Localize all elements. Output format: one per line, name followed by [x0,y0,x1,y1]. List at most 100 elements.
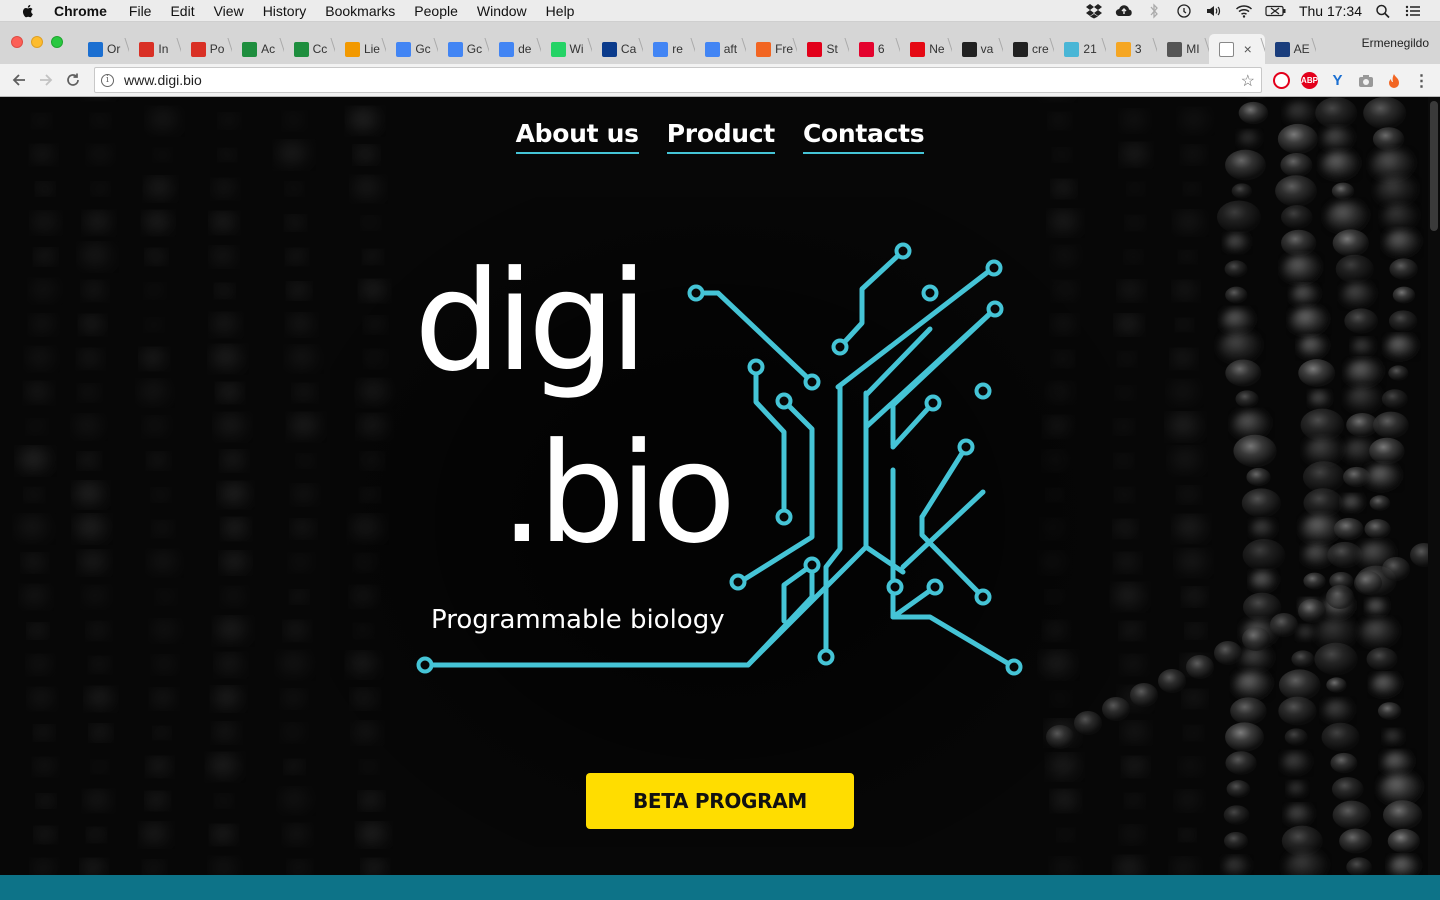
tab-close-icon[interactable]: × [1244,41,1252,57]
browser-tab[interactable]: Po [181,34,232,64]
sheets-icon [293,41,309,57]
browser-tab[interactable]: × [1208,34,1265,64]
chrome-menu-icon[interactable]: ⋮ [1413,72,1430,90]
browser-tab[interactable]: Gc [438,34,489,64]
tab-list: Or In Po Ac Cc Lie Gc Gc de Wi Ca re aft Fre St 6 Ne va cr… [78,30,1316,64]
t-icon [807,41,823,57]
browser-tab[interactable]: 3 [1106,34,1157,64]
bookmark-star-icon[interactable]: ☆ [1241,71,1255,91]
browser-tab-label: Ac [261,42,276,56]
browser-tab-label: Gc [466,42,483,56]
opera-extension-icon[interactable] [1273,72,1290,89]
browser-tab[interactable]: aft [695,34,746,64]
browser-tab[interactable]: 6 [849,34,900,64]
bluetooth-icon[interactable] [1145,3,1163,19]
address-bar[interactable]: i www.digi.bio ☆ [94,67,1262,93]
browser-tab-label: cre [1032,42,1049,56]
menu-window[interactable]: Window [477,3,527,19]
battery-icon[interactable] [1265,3,1287,19]
volume-icon[interactable] [1205,3,1223,19]
browser-tab[interactable]: In [129,34,180,64]
yammer-extension-icon[interactable]: Y [1329,72,1346,89]
browser-tab-label: MI [1186,42,1200,56]
address-bar-url[interactable]: www.digi.bio [124,72,202,88]
spotlight-search-icon[interactable] [1374,3,1392,19]
browser-tab[interactable]: MI [1157,34,1208,64]
google-icon [653,41,669,57]
cloud-upload-icon[interactable] [1115,3,1133,19]
notification-center-icon[interactable] [1404,3,1422,19]
translate-icon [447,41,463,57]
browser-tab[interactable]: AE [1265,34,1316,64]
browser-tab-label: Gc [415,42,431,56]
browser-tab-label: 3 [1134,42,1142,56]
next-section-band [0,875,1440,900]
beta-program-button[interactable]: BETA PROGRAM [586,773,854,829]
browser-tab-label: Fre [775,42,794,56]
reload-button[interactable] [62,69,84,91]
apple-icon[interactable] [20,3,36,19]
google-icon [499,41,515,57]
browser-tab-label: re [672,42,683,56]
browser-tab[interactable]: Ne [900,34,951,64]
browser-tab[interactable]: va [952,34,1003,64]
boxed-icon [961,41,977,57]
menubar-clock[interactable]: Thu 17:34 [1299,3,1362,19]
menu-edit[interactable]: Edit [170,3,194,19]
menu-history[interactable]: History [263,3,307,19]
macos-menubar: Chrome File Edit View History Bookmarks … [0,0,1440,22]
reload-icon [67,73,79,86]
browser-tab-label: Po [209,42,225,56]
browser-tab[interactable]: cre [1003,34,1054,64]
browser-tab-label: aft [723,42,738,56]
browser-tab[interactable]: Fre [746,34,797,64]
adblock-plus-icon[interactable]: ABP [1301,72,1318,89]
browser-tab[interactable]: Or [78,34,129,64]
menu-view[interactable]: View [214,3,244,19]
browser-tab-label: Cc [312,42,328,56]
m-icon [756,41,772,57]
fire-extension-icon[interactable] [1385,72,1402,89]
browser-tab-label: Wi [569,42,584,56]
yammer-icon [88,41,103,57]
browser-tab-label: 21 [1083,42,1097,56]
browser-tab[interactable]: Wi [541,34,592,64]
menu-help[interactable]: Help [546,3,575,19]
browser-tab[interactable]: St [797,34,848,64]
ae-icon [1274,41,1290,57]
window-close-button[interactable] [11,36,23,48]
browser-tab[interactable]: Cc [284,34,335,64]
netflix-icon [910,41,926,57]
browser-tab[interactable]: Lie [335,34,386,64]
window-fullscreen-button[interactable] [51,36,63,48]
site-info-icon[interactable]: i [101,73,114,87]
browser-tab-label: va [980,42,994,56]
profile-name[interactable]: Ermenegildo [1362,36,1429,50]
menu-file[interactable]: File [129,3,152,19]
browser-tab[interactable]: Ac [232,34,283,64]
browser-tabstrip: Or In Po Ac Cc Lie Gc Gc de Wi Ca re aft Fre St 6 Ne va cr… [0,22,1440,64]
browser-tab-label: 6 [877,42,885,56]
browser-tab[interactable]: de [489,34,540,64]
window-minimize-button[interactable] [31,36,43,48]
camera-extension-icon[interactable] [1357,72,1374,89]
browser-tab[interactable]: 21 [1054,34,1105,64]
time-machine-icon[interactable] [1175,3,1193,19]
menu-app-chrome[interactable]: Chrome [54,3,107,19]
browser-tab[interactable]: Gc [386,34,437,64]
browser-tab[interactable]: Ca [592,34,643,64]
menu-people[interactable]: People [414,3,458,19]
browser-tab-label: In [158,42,169,56]
browser-tab-label: Lie [363,42,380,56]
house-icon [344,41,360,57]
google-icon [704,41,720,57]
wifi-icon[interactable] [1235,3,1253,19]
dropbox-icon[interactable] [1085,3,1103,19]
face-icon [1167,41,1183,57]
forward-button[interactable] [35,69,57,91]
browser-tab-label: Ne [929,42,945,56]
back-button[interactable] [8,69,30,91]
browser-tab[interactable]: re [643,34,694,64]
document-icon [1218,41,1234,57]
menu-bookmarks[interactable]: Bookmarks [325,3,395,19]
